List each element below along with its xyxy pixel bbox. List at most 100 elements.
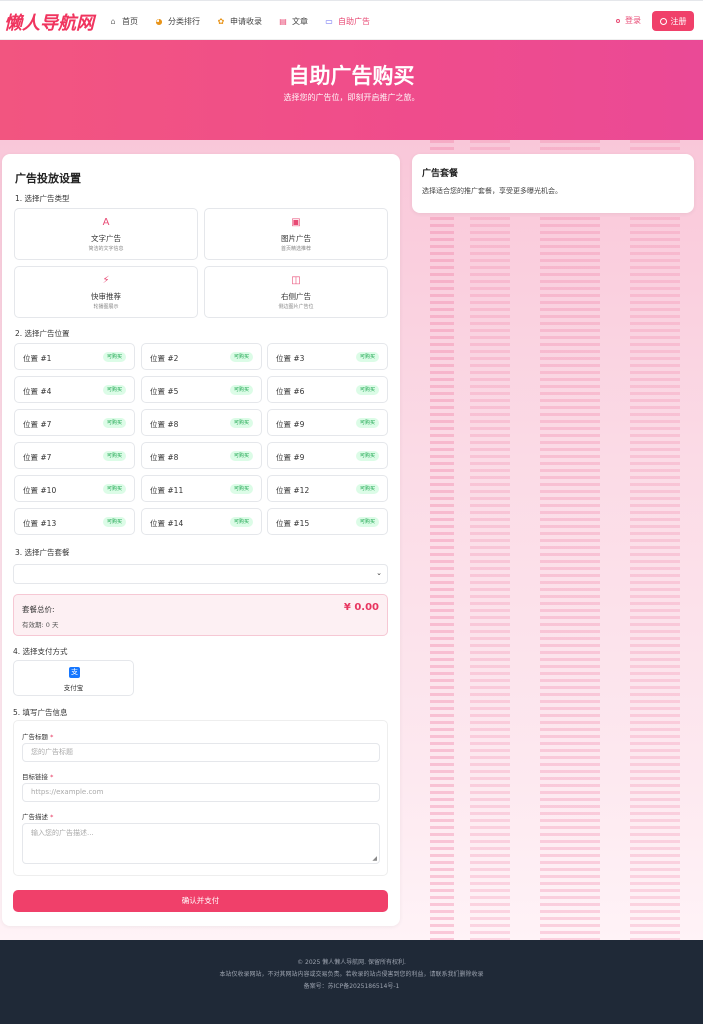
position-label: 位置 #6 <box>276 387 305 396</box>
price-summary: 套餐总价: ¥ 0.00 有效期: 0 天 <box>13 594 388 636</box>
step4-label: 4. 选择支付方式 <box>13 647 68 656</box>
ad-title-input[interactable]: 您的广告标题 <box>22 743 380 762</box>
ad-position-option[interactable]: 位置 #1 可购买 <box>14 343 135 370</box>
nav-item-self-ads[interactable]: ▭ 自助广告 <box>324 16 370 27</box>
ad-position-option[interactable]: 位置 #11 可购买 <box>141 475 262 502</box>
required-mark: * <box>50 773 54 781</box>
label-text: 广告描述 <box>22 813 48 821</box>
availability-badge: 可购买 <box>229 352 253 362</box>
alipay-icon: 支 <box>69 667 80 678</box>
textarea-placeholder: 输入您的广告描述... <box>31 829 94 837</box>
icp-record-link[interactable]: 备案号：苏ICP备2025186514号-1 <box>0 981 703 990</box>
availability-badge: 可购买 <box>102 484 126 494</box>
availability-badge: 可购买 <box>355 352 379 362</box>
decor-stripe <box>630 140 680 940</box>
login-label: 登录 <box>625 16 641 25</box>
disclaimer-text: 本站仅收录网站，不对其网站内容或交易负责。若收录的站点侵害到您的利益，请联系我们… <box>219 971 484 978</box>
site-logo[interactable]: 懒人导航网 <box>4 9 94 35</box>
decor-stripe <box>540 140 600 940</box>
ad-position-option[interactable]: 位置 #12 可购买 <box>267 475 388 502</box>
ad-position-option[interactable]: 位置 #2 可购买 <box>141 343 262 370</box>
availability-badge: 可购买 <box>102 418 126 428</box>
ad-type-sidebar[interactable]: ◫ 右侧广告 侧边图片广告位 <box>204 266 388 318</box>
ad-position-option[interactable]: 位置 #8 可购买 <box>141 409 262 436</box>
footer: © 2025 懒人懒人导航网. 保留所有权利. 本站仅收录网站，不对其网站内容或… <box>0 940 703 1024</box>
position-label: 位置 #8 <box>150 453 179 462</box>
ad-position-option[interactable]: 位置 #14 可购买 <box>141 508 262 535</box>
link-field-label: 目标链接 * <box>22 771 53 781</box>
ad-type-desc: 简洁的文字信息 <box>88 246 124 252</box>
nav-item-articles[interactable]: ▤ 文章 <box>278 16 308 27</box>
decor-stripe <box>470 140 510 940</box>
position-label: 位置 #14 <box>150 519 184 528</box>
position-label: 位置 #8 <box>150 420 179 429</box>
ad-position-option[interactable]: 位置 #9 可购买 <box>267 409 388 436</box>
payment-alipay[interactable]: 支 支付宝 <box>13 660 134 696</box>
availability-badge: 可购买 <box>355 517 379 527</box>
availability-badge: 可购买 <box>229 418 253 428</box>
position-label: 位置 #13 <box>23 519 57 528</box>
position-label: 位置 #4 <box>23 387 52 396</box>
lightning-icon: ⚡ <box>102 275 110 286</box>
ad-position-option[interactable]: 位置 #10 可购买 <box>14 475 135 502</box>
ad-position-option[interactable]: 位置 #5 可购买 <box>141 376 262 403</box>
ad-position-option[interactable]: 位置 #9 可购买 <box>267 442 388 469</box>
ad-type-text[interactable]: A 文字广告 简洁的文字信息 <box>14 208 198 260</box>
decor-stripe <box>430 140 454 940</box>
login-link[interactable]: 登录 <box>616 15 641 26</box>
nav-item-label: 首页 <box>122 16 138 26</box>
ad-position-option[interactable]: 位置 #8 可购买 <box>141 442 262 469</box>
main-menu: ⌂ 首页 ◕ 分类排行 ✿ 申请收录 ▤ 文章 ▭ 自助广告 <box>108 1 386 41</box>
nav-item-submit[interactable]: ✿ 申请收录 <box>216 16 262 27</box>
ad-position-option[interactable]: 位置 #7 可购买 <box>14 409 135 436</box>
nav-item-home[interactable]: ⌂ 首页 <box>108 16 138 27</box>
ad-type-fast-review[interactable]: ⚡ 快审推荐 轮播图展示 <box>14 266 198 318</box>
ad-position-option[interactable]: 位置 #4 可购买 <box>14 376 135 403</box>
ad-position-option[interactable]: 位置 #7 可购买 <box>14 442 135 469</box>
ad-position-option[interactable]: 位置 #15 可购买 <box>267 508 388 535</box>
package-select[interactable]: ⌄ <box>13 564 388 584</box>
ad-type-desc: 首页精选推荐 <box>280 246 311 252</box>
step5-label: 5. 填写广告信息 <box>13 708 68 717</box>
availability-badge: 可购买 <box>102 451 126 461</box>
position-label: 位置 #9 <box>276 420 305 429</box>
cat-icon: ✿ <box>217 16 225 26</box>
package-card-title: 广告套餐 <box>422 169 459 179</box>
ad-position-option[interactable]: 位置 #6 可购买 <box>267 376 388 403</box>
required-mark: * <box>50 733 54 741</box>
document-icon: ▤ <box>279 16 287 26</box>
nav-item-ranking[interactable]: ◕ 分类排行 <box>154 16 201 27</box>
position-label: 位置 #11 <box>150 486 184 495</box>
ad-position-option[interactable]: 位置 #13 可购买 <box>14 508 135 535</box>
availability-badge: 可购买 <box>229 517 253 527</box>
chevron-down-icon: ⌄ <box>376 569 382 577</box>
confirm-pay-button[interactable]: 确认并支付 <box>13 890 388 912</box>
resize-handle-icon[interactable]: ◢ <box>372 855 377 862</box>
ad-type-image[interactable]: ▣ 图片广告 首页精选推荐 <box>204 208 388 260</box>
ad-position-option[interactable]: 位置 #3 可购买 <box>267 343 388 370</box>
position-label: 位置 #12 <box>276 486 310 495</box>
nav-item-label: 分类排行 <box>168 16 200 26</box>
availability-badge: 可购买 <box>102 352 126 362</box>
label-text: 广告标题 <box>22 733 48 741</box>
position-label: 位置 #2 <box>150 354 179 363</box>
ad-info-form: 广告标题 * 您的广告标题 目标链接 * https://example.com… <box>13 720 388 876</box>
nav-item-label: 申请收录 <box>230 16 262 26</box>
required-mark: * <box>50 813 54 821</box>
label-text: 目标链接 <box>22 773 48 781</box>
ad-description-textarea[interactable]: 输入您的广告描述... ◢ <box>22 823 380 864</box>
ad-type-name: 图片广告 <box>281 234 311 243</box>
register-label: 注册 <box>670 16 687 26</box>
payment-label: 支付宝 <box>63 684 84 692</box>
availability-badge: 可购买 <box>355 385 379 395</box>
register-button[interactable]: 注册 <box>652 11 694 31</box>
target-link-input[interactable]: https://example.com <box>22 783 380 802</box>
nav-item-label: 文章 <box>292 16 308 26</box>
page-title: 自助广告购买 <box>288 64 415 88</box>
position-label: 位置 #1 <box>23 354 52 363</box>
position-label: 位置 #5 <box>150 387 179 396</box>
step3-label: 3. 选择广告套餐 <box>15 548 70 557</box>
ad-type-name: 快审推荐 <box>91 292 121 301</box>
position-label: 位置 #7 <box>23 420 52 429</box>
ad-type-desc: 轮播图展示 <box>93 304 119 310</box>
